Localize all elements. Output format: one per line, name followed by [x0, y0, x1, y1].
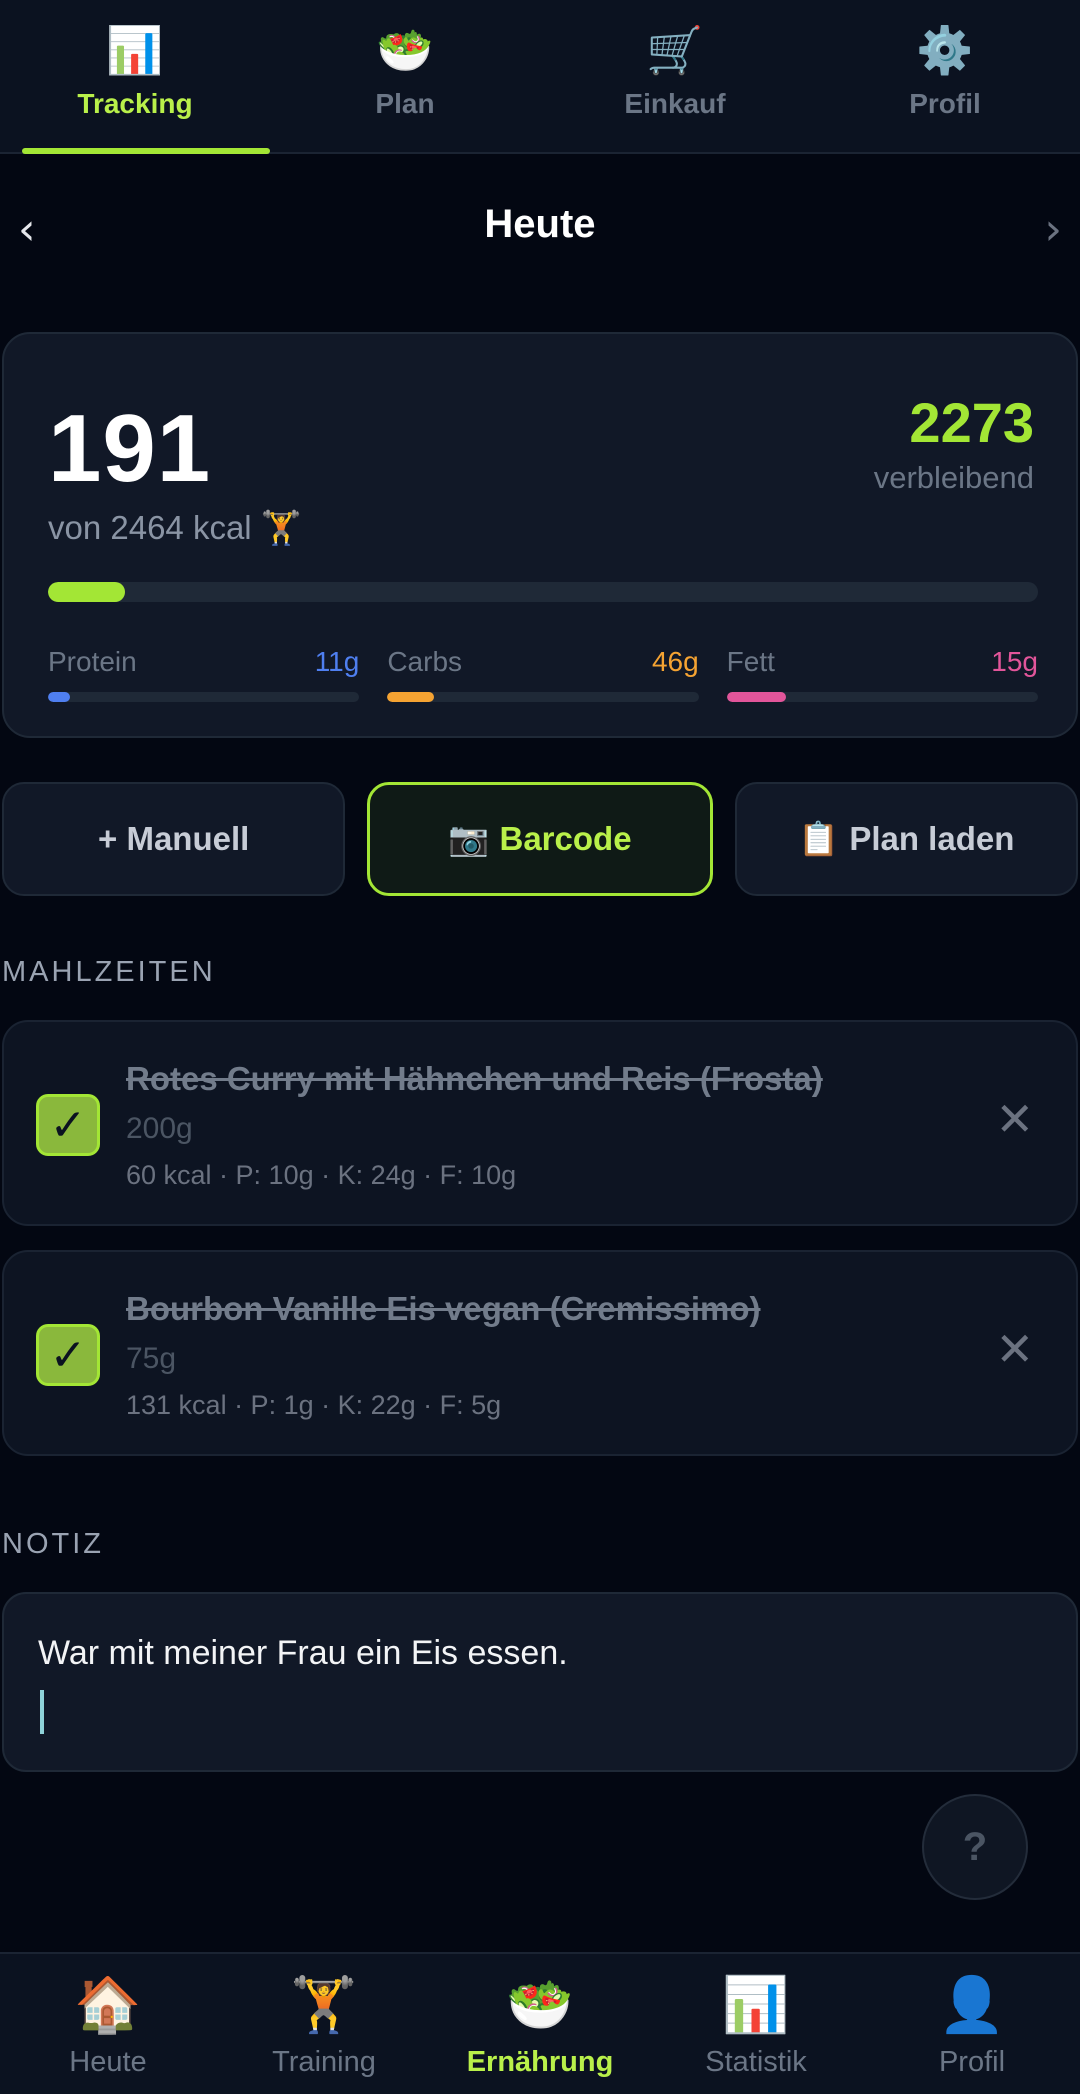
nav-heute[interactable]: 🏠 Heute: [0, 1954, 216, 2094]
calories-consumed: 191: [48, 395, 212, 502]
camera-icon: 📷: [448, 819, 490, 858]
meal-item: ✓ Rotes Curry mit Hähnchen und Reis (Fro…: [2, 1020, 1078, 1226]
calorie-goal-text: von 2464 kcal: [48, 509, 252, 546]
meal-item: ✓ Bourbon Vanille Eis vegan (Cremissimo)…: [2, 1250, 1078, 1456]
calorie-summary-card: 191 von 2464 kcal 🏋️ 2273 verbleibend Pr…: [2, 332, 1078, 738]
macro-progress-bar: [726, 692, 1038, 702]
cart-icon: 🛒: [646, 23, 704, 77]
macro-progress-bar: [48, 692, 360, 702]
calorie-progress-fill: [48, 582, 125, 602]
clipboard-icon: 📋: [798, 819, 840, 858]
meal-amount: 200g: [126, 1112, 193, 1145]
note-field[interactable]: War mit meiner Frau ein Eis essen.: [2, 1592, 1078, 1772]
close-icon[interactable]: ✕: [995, 1322, 1034, 1376]
macro-progress-bar: [387, 692, 699, 702]
nav-label: Statistik: [705, 2046, 807, 2078]
meal-title: Rotes Curry mit Hähnchen und Reis (Frost…: [126, 1060, 823, 1097]
macro-progress-fill: [387, 692, 435, 702]
weightlifter-icon: 🏋️: [290, 1973, 358, 2036]
calorie-progress-bar: [48, 582, 1038, 602]
text-cursor: [40, 1690, 44, 1734]
chevron-right-icon[interactable]: ›: [1044, 204, 1062, 255]
barcode-button[interactable]: 📷 Barcode: [367, 782, 713, 896]
gear-icon: ⚙️: [916, 23, 974, 77]
nav-label: Profil: [938, 2046, 1006, 2078]
note-text: War mit meiner Frau ein Eis essen.: [38, 1634, 568, 1672]
bar-chart-icon: 📊: [106, 23, 164, 77]
macro-name: Carbs: [387, 646, 463, 677]
meal-checkbox[interactable]: ✓: [36, 1094, 100, 1156]
macro-breakdown: Protein 11g Carbs 46g Fett 15g: [48, 646, 1038, 702]
date-navigation: ‹ Heute ›: [0, 192, 1080, 262]
macro-fett: Fett 15g: [726, 646, 1038, 702]
macro-value: 46g: [651, 646, 699, 677]
calories-remaining: 2273: [909, 391, 1034, 454]
nav-ernaehrung[interactable]: 🥗 Ernährung: [432, 1954, 648, 2094]
user-icon: 👤: [938, 1973, 1006, 2036]
action-buttons: + Manuell 📷 Barcode 📋 Plan laden: [2, 782, 1078, 896]
meals-section-label: MAHLZEITEN: [2, 956, 216, 988]
tab-plan[interactable]: 🥗 Plan: [270, 0, 540, 152]
meal-title: Bourbon Vanille Eis vegan (Cremissimo): [126, 1290, 761, 1327]
salad-icon: 🥗: [506, 1973, 574, 2036]
macro-name: Fett: [726, 646, 775, 677]
calorie-goal: von 2464 kcal 🏋️: [48, 508, 302, 548]
meal-nutrition: 131 kcal · P: 1g · K: 22g · F: 5g: [126, 1390, 502, 1420]
tab-tracking[interactable]: 📊 Tracking: [0, 0, 270, 154]
nav-label: Training: [272, 2046, 376, 2078]
top-tab-bar: 📊 Tracking 🥗 Plan 🛒 Einkauf ⚙️ Profil: [0, 0, 1080, 154]
page-title: Heute: [484, 202, 596, 246]
nav-profil[interactable]: 👤 Profil: [864, 1954, 1080, 2094]
meal-checkbox[interactable]: ✓: [36, 1324, 100, 1386]
nav-training[interactable]: 🏋️ Training: [216, 1954, 432, 2094]
load-plan-label: Plan laden: [849, 820, 1015, 857]
salad-icon: 🥗: [376, 23, 434, 77]
note-section-label: NOTIZ: [2, 1528, 104, 1560]
nav-statistik[interactable]: 📊 Statistik: [648, 1954, 864, 2094]
manual-add-button[interactable]: + Manuell: [2, 782, 346, 896]
close-icon[interactable]: ✕: [995, 1092, 1034, 1146]
macro-carbs: Carbs 46g: [387, 646, 699, 702]
barcode-label: Barcode: [499, 820, 632, 857]
tab-profil[interactable]: ⚙️ Profil: [810, 0, 1080, 152]
bottom-navigation: 🏠 Heute 🏋️ Training 🥗 Ernährung 📊 Statis…: [0, 1952, 1080, 2094]
meal-nutrition: 60 kcal · P: 10g · K: 24g · F: 10g: [126, 1160, 517, 1190]
nav-label: Ernährung: [466, 2046, 614, 2078]
meal-amount: 75g: [126, 1342, 177, 1375]
manual-add-label: + Manuell: [98, 820, 250, 857]
macro-name: Protein: [48, 646, 137, 677]
tab-label: Plan: [375, 88, 435, 119]
macro-progress-fill: [48, 692, 70, 702]
bar-chart-icon: 📊: [722, 1973, 790, 2036]
macro-value: 11g: [314, 646, 360, 677]
weightlifter-icon: 🏋️: [260, 508, 302, 547]
help-button[interactable]: ?: [922, 1794, 1028, 1900]
load-plan-button[interactable]: 📋 Plan laden: [734, 782, 1078, 896]
tab-einkauf[interactable]: 🛒 Einkauf: [540, 0, 810, 152]
tab-label: Tracking: [77, 88, 193, 119]
nutrition-tracking-screen: 📊 Tracking 🥗 Plan 🛒 Einkauf ⚙️ Profil ‹ …: [0, 0, 1080, 2094]
nav-label: Heute: [69, 2046, 147, 2078]
calories-remaining-label: verbleibend: [873, 460, 1034, 495]
macro-protein: Protein 11g: [48, 646, 360, 702]
macro-value: 15g: [991, 646, 1038, 677]
macro-progress-fill: [726, 692, 786, 702]
tab-label: Einkauf: [624, 88, 726, 119]
tab-label: Profil: [909, 88, 981, 119]
home-icon: 🏠: [74, 1973, 142, 2036]
